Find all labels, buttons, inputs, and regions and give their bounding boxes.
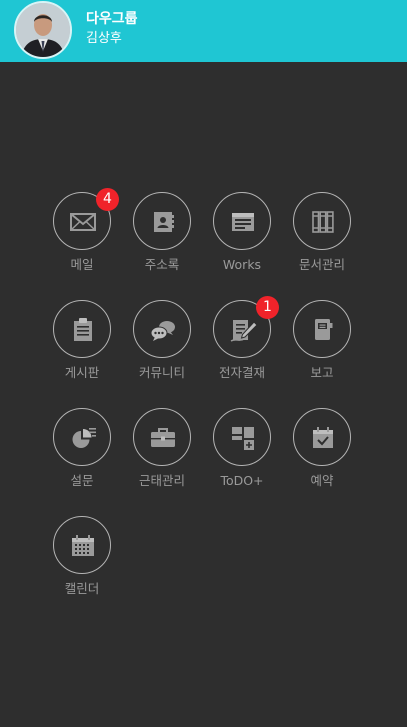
envelope-icon bbox=[70, 213, 96, 231]
reservation-icon-button[interactable] bbox=[293, 408, 351, 466]
board-icon-button[interactable] bbox=[53, 300, 111, 358]
menu-item-todo[interactable]: ToDO+ bbox=[204, 408, 284, 508]
report-icon-button[interactable] bbox=[293, 300, 351, 358]
calendar-grid-icon bbox=[72, 535, 94, 556]
attendance-icon-button[interactable] bbox=[133, 408, 191, 466]
menu-item-works[interactable]: Works bbox=[204, 192, 284, 292]
address-book-icon-button[interactable] bbox=[133, 192, 191, 250]
avatar-photo bbox=[16, 3, 70, 57]
contact-card-icon bbox=[154, 212, 174, 232]
document-pen-icon bbox=[230, 320, 258, 342]
menu-item-survey[interactable]: 설문 bbox=[44, 408, 124, 508]
menu-item-mail[interactable]: 4 메일 bbox=[44, 188, 124, 292]
chat-bubbles-icon bbox=[150, 321, 175, 341]
menu-item-community[interactable]: 커뮤니티 bbox=[124, 300, 204, 400]
todo-icon-button[interactable] bbox=[213, 408, 271, 466]
company-name: 다우그룹 bbox=[86, 11, 138, 27]
menu-label-report: 보고 bbox=[310, 365, 334, 380]
menu-item-board[interactable]: 게시판 bbox=[44, 300, 124, 400]
menu-label-calendar: 캘린더 bbox=[64, 581, 100, 596]
binders-icon bbox=[312, 211, 334, 233]
user-name: 김상후 bbox=[86, 31, 122, 46]
menu-item-address-book[interactable]: 주소록 bbox=[124, 192, 204, 292]
works-icon-button[interactable] bbox=[213, 192, 271, 250]
document-management-icon-button[interactable] bbox=[293, 192, 351, 250]
survey-icon-button[interactable] bbox=[53, 408, 111, 466]
menu-item-reservation[interactable]: 예약 bbox=[284, 408, 364, 508]
avatar[interactable] bbox=[14, 1, 72, 59]
notebook-icon bbox=[315, 319, 333, 340]
menu-item-calendar[interactable]: 캘린더 bbox=[44, 516, 124, 616]
community-icon-button[interactable] bbox=[133, 300, 191, 358]
todo-board-icon bbox=[232, 427, 254, 450]
menu-item-approval[interactable]: 1 전자결재 bbox=[204, 296, 284, 400]
calendar-check-icon bbox=[313, 427, 333, 448]
menu-item-attendance[interactable]: 근태관리 bbox=[124, 408, 204, 508]
works-card-icon bbox=[232, 213, 254, 231]
calendar-icon-button[interactable] bbox=[53, 516, 111, 574]
pie-chart-icon bbox=[72, 428, 96, 448]
briefcase-icon bbox=[151, 428, 175, 447]
menu-item-document-management[interactable]: 문서관리 bbox=[284, 192, 364, 292]
menu-label-document-management: 문서관리 bbox=[298, 257, 345, 272]
menu-item-report[interactable]: 보고 bbox=[284, 300, 364, 400]
menu-label-reservation: 예약 bbox=[310, 473, 334, 488]
clipboard-icon bbox=[74, 318, 92, 341]
app-header: 다우그룹 김상후 bbox=[0, 0, 407, 62]
mail-unread-badge: 4 bbox=[96, 188, 119, 211]
approval-pending-badge: 1 bbox=[256, 296, 279, 319]
